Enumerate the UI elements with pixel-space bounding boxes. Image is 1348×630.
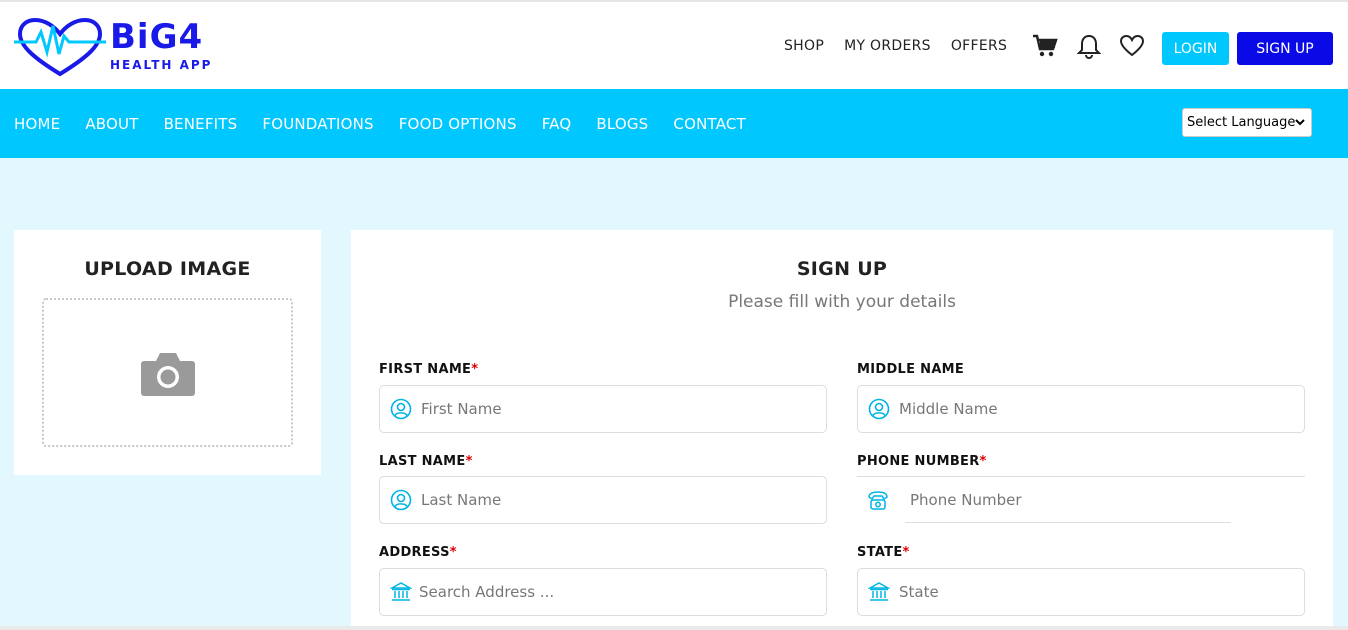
phone-number-label: PHONE NUMBER* (857, 454, 987, 469)
nav-benefits[interactable]: BENEFITS (164, 115, 238, 133)
address-field[interactable]: Search Address ... (379, 568, 827, 616)
required-marker: * (471, 362, 479, 377)
brand-name: BiG4 (110, 17, 204, 57)
nav-faq[interactable]: FAQ (542, 115, 572, 133)
form-subtitle: Please fill with your details (728, 292, 956, 312)
bank-icon (390, 582, 412, 601)
brand-logo[interactable]: BiG4 HEALTH APP (14, 16, 229, 78)
top-header: BiG4 HEALTH APP SHOP MY ORDERS OFFERS LO… (0, 0, 1348, 89)
main-nav: HOME ABOUT BENEFITS FOUNDATIONS FOOD OPT… (0, 89, 1348, 158)
signup-form-card: SIGN UP Please fill with your details FI… (351, 230, 1333, 630)
bank-icon (868, 582, 890, 601)
last-name-field[interactable]: Last Name (379, 476, 827, 524)
cart-icon[interactable] (1031, 32, 1059, 60)
state-label: STATE* (857, 545, 910, 560)
middle-name-placeholder: Middle Name (899, 400, 998, 418)
middle-name-label: MIDDLE NAME (857, 362, 965, 377)
phone-number-placeholder: Phone Number (910, 491, 1022, 509)
heartbeat-logo-icon (14, 18, 106, 77)
user-icon (868, 398, 890, 420)
user-icon (390, 489, 412, 511)
chevron-down-icon (1295, 119, 1305, 126)
login-button[interactable]: LOGIN (1162, 32, 1229, 65)
last-name-label: LAST NAME* (379, 454, 473, 469)
signup-button[interactable]: SIGN UP (1237, 32, 1333, 65)
first-name-placeholder: First Name (421, 400, 502, 418)
heart-icon[interactable] (1118, 32, 1146, 60)
nav-blogs[interactable]: BLOGS (596, 115, 648, 133)
user-icon (390, 398, 412, 420)
upload-title: UPLOAD IMAGE (84, 258, 251, 280)
nav-food-options[interactable]: FOOD OPTIONS (399, 115, 517, 133)
phone-number-input[interactable]: Phone Number (905, 477, 1231, 523)
bottom-divider (0, 626, 1348, 630)
address-label: ADDRESS* (379, 545, 457, 560)
required-marker: * (902, 545, 910, 560)
top-nav-shop[interactable]: SHOP (784, 38, 824, 54)
top-nav: SHOP MY ORDERS OFFERS (784, 38, 1027, 54)
state-field[interactable]: State (857, 568, 1305, 616)
upload-card: UPLOAD IMAGE (14, 230, 321, 475)
form-title: SIGN UP (796, 258, 888, 280)
language-select-value: Select Language (1187, 115, 1296, 130)
last-name-placeholder: Last Name (421, 491, 502, 509)
top-nav-offers[interactable]: OFFERS (951, 38, 1007, 54)
nav-about[interactable]: ABOUT (85, 115, 138, 133)
first-name-field[interactable]: First Name (379, 385, 827, 433)
phone-number-field[interactable]: Phone Number (857, 476, 1305, 524)
nav-home[interactable]: HOME (14, 115, 60, 133)
nav-contact[interactable]: CONTACT (673, 115, 746, 133)
state-placeholder: State (899, 583, 939, 601)
required-marker: * (465, 454, 473, 469)
phone-icon (868, 491, 888, 510)
nav-foundations[interactable]: FOUNDATIONS (262, 115, 373, 133)
bell-icon[interactable] (1075, 32, 1103, 60)
language-select[interactable]: Select Language (1182, 108, 1312, 137)
first-name-label: FIRST NAME* (379, 362, 479, 377)
middle-name-field[interactable]: Middle Name (857, 385, 1305, 433)
address-placeholder: Search Address ... (419, 583, 555, 601)
top-nav-my-orders[interactable]: MY ORDERS (844, 38, 931, 54)
required-marker: * (449, 545, 457, 560)
camera-icon (140, 352, 195, 396)
image-drop-zone[interactable] (42, 298, 293, 447)
required-marker: * (979, 454, 987, 469)
brand-subtitle: HEALTH APP (110, 58, 213, 72)
